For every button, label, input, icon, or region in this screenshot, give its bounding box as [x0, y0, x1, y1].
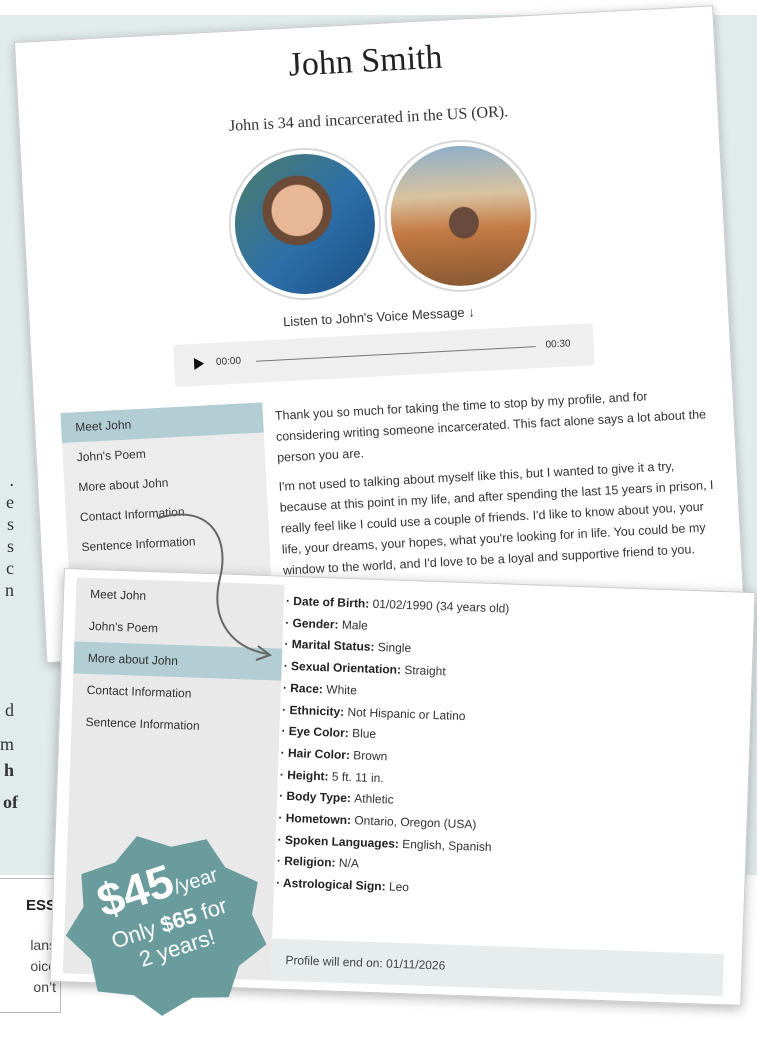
detail-value: Ontario, Oregon (USA) [354, 813, 477, 832]
play-icon[interactable] [193, 357, 205, 371]
audio-current-time: 00:00 [215, 355, 242, 368]
profile-end-notice: Profile will end on: 01/11/2026 [270, 938, 724, 997]
side-text-fragment: h [3, 760, 14, 780]
curved-arrow-icon [157, 513, 273, 661]
side-text-fragment: n [5, 580, 14, 600]
detail-label: · Astrological Sign: [275, 875, 390, 894]
detail-value: 5 ft. 11 in. [331, 769, 384, 785]
detail-label: · Height: [279, 767, 333, 784]
detail-value: English, Spanish [402, 836, 492, 854]
side-text-fragment: c [6, 558, 14, 578]
profile-end-date: 01/11/2026 [385, 956, 446, 973]
detail-value: 01/02/1990 (34 years old) [372, 596, 510, 616]
detail-value: Athletic [354, 791, 394, 807]
side-text-fragment: d [5, 700, 14, 720]
detail-label: · Spoken Languages: [277, 832, 403, 851]
intro-text: Thank you so much for taking the time to… [274, 383, 723, 590]
detail-value: White [326, 682, 358, 698]
side-text-fragment: e [6, 492, 14, 512]
audio-player[interactable]: 00:00 00:30 [173, 323, 595, 388]
detail-label: · Date of Birth: [285, 593, 373, 611]
detail-value: N/A [338, 856, 360, 871]
intro-paragraph: Thank you so much for taking the time to… [274, 389, 707, 465]
detail-label: · Ethnicity: [281, 702, 348, 719]
price-period: /year [171, 864, 221, 899]
detail-label: · Religion: [276, 854, 340, 871]
side-text-fragment: s [6, 536, 14, 556]
detail-value: Straight [404, 663, 446, 679]
nav-item-sentence-information[interactable]: Sentence Information [71, 705, 280, 744]
side-text-fragment: s [6, 514, 14, 534]
side-text-fragment: of [3, 792, 18, 812]
side-text-fragment: m [0, 734, 15, 754]
detail-label: · Hometown: [278, 810, 355, 828]
detail-label: · Hair Color: [280, 745, 354, 763]
detail-value: Blue [351, 726, 377, 742]
profile-card: John Smith John is 34 and incarcerated i… [14, 5, 746, 664]
audio-duration: 00:30 [545, 338, 571, 351]
profile-artwork[interactable] [382, 138, 539, 294]
profile-name: John Smith [287, 38, 444, 84]
detail-label: · Eye Color: [281, 723, 353, 741]
detail-label: · Sexual Orientation: [283, 658, 405, 678]
profile-subtitle: John is 34 and incarcerated in the US (O… [228, 103, 509, 135]
detail-label: · Marital Status: [284, 637, 379, 655]
detail-value: Male [341, 617, 369, 633]
detail-label: · Gender: [284, 615, 343, 632]
profile-photo[interactable] [227, 146, 383, 302]
detail-value: Single [377, 640, 412, 656]
details-list: · Date of Birth: 01/02/1990 (34 years ol… [276, 591, 736, 910]
detail-value: Brown [353, 748, 388, 764]
detail-label: · Body Type: [278, 788, 355, 806]
side-text-fragment: . [9, 470, 15, 490]
detail-value: Leo [388, 879, 410, 895]
intro-paragraph: I'm not used to talking about myself lik… [278, 459, 714, 578]
detail-label: · Race: [282, 680, 327, 697]
audio-progress-bar[interactable] [256, 346, 536, 362]
detail-value: Not Hispanic or Latino [347, 704, 466, 723]
